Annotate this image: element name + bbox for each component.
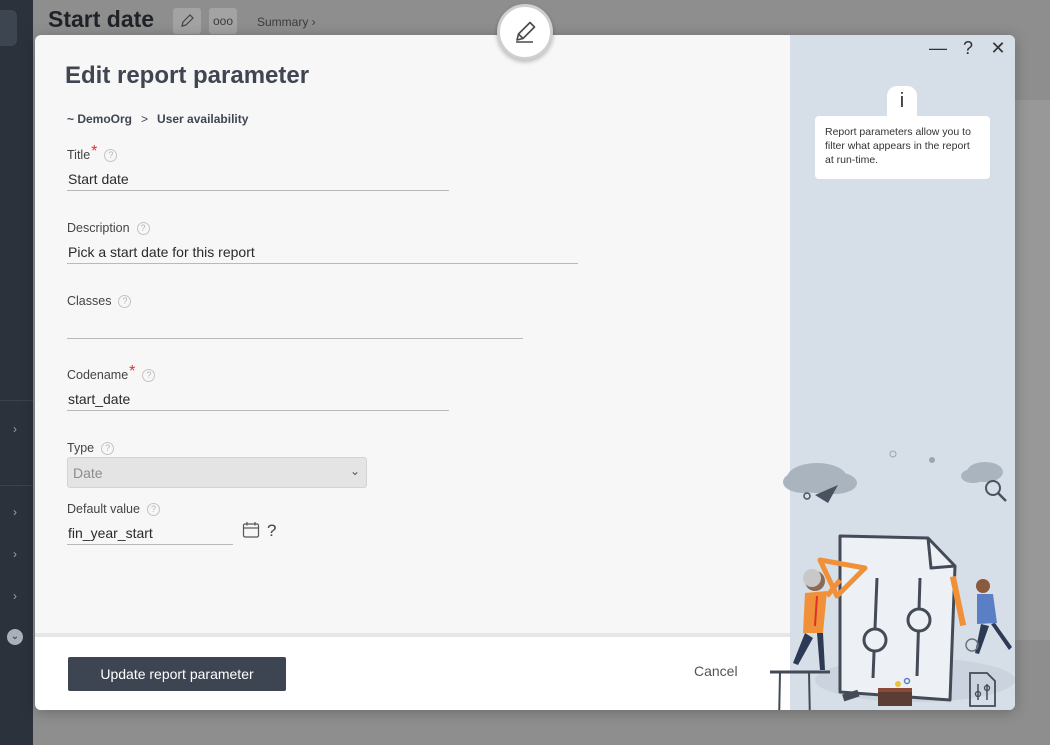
edit-report-parameter-dialog: Edit report parameter ~ DemoOrg > User ava… — [35, 35, 1015, 710]
expand-circle-icon: ⌄ — [7, 629, 23, 645]
codename-field[interactable] — [67, 387, 449, 411]
help-icon[interactable]: ? — [104, 148, 118, 162]
calendar-icon[interactable] — [242, 521, 260, 539]
chevron-down-icon: ⌄ — [349, 464, 360, 478]
background-sidebar: › › › › ⌄ — [0, 0, 33, 745]
help-icon[interactable]: ? — [118, 294, 132, 308]
update-report-parameter-button[interactable]: Update report parameter — [68, 657, 286, 691]
title-field[interactable] — [67, 167, 449, 191]
description-field[interactable] — [67, 240, 578, 264]
title-label-text: Title — [67, 148, 91, 162]
sidebar-divider — [0, 400, 33, 401]
sidebar-tab — [0, 10, 17, 46]
background-more-button: ooo — [209, 8, 237, 34]
window-controls: — ? ✕ — [929, 38, 1007, 59]
default-value-label: Default value? — [67, 502, 160, 516]
classes-label: Classes? — [67, 294, 132, 308]
title-label: Title *? — [67, 143, 118, 164]
dialog-title: Edit report parameter — [65, 62, 310, 89]
codename-label-text: Codename — [67, 368, 129, 382]
help-tip: Report parameters allow you to filter wh… — [815, 116, 990, 179]
cloud-icon — [961, 462, 1003, 483]
sidebar-divider — [0, 485, 33, 486]
default-value-label-text: Default value — [67, 502, 140, 516]
dialog-footer: Update report parameter Cancel — [35, 637, 790, 710]
close-icon[interactable]: ✕ — [989, 38, 1007, 59]
background-edit-button — [173, 8, 201, 34]
cancel-button[interactable]: Cancel — [694, 663, 738, 679]
type-select-value: Date — [73, 465, 103, 481]
chevron-right-icon: › — [13, 422, 17, 436]
classes-label-text: Classes — [67, 294, 112, 308]
magnifier-icon — [985, 480, 1007, 502]
default-value-help-icon[interactable]: ? — [267, 521, 276, 541]
dialog-form-area: Edit report parameter ~ DemoOrg > User ava… — [35, 35, 790, 710]
cloud-icon — [783, 463, 857, 494]
help-icon[interactable]: ? — [146, 502, 160, 516]
codename-label: Codename *? — [67, 363, 156, 384]
pencil-icon — [181, 14, 194, 27]
background-breadcrumb: Summary › — [257, 15, 316, 29]
pencil-icon — [516, 21, 536, 43]
breadcrumb-org-link[interactable]: ~ DemoOrg — [67, 112, 132, 126]
description-label-text: Description — [67, 221, 130, 235]
breadcrumb-page-link[interactable]: User availability — [157, 112, 248, 126]
type-select[interactable]: Date ⌄ — [67, 457, 367, 488]
default-value-field[interactable] — [67, 521, 233, 545]
person-illustration — [949, 575, 1012, 654]
background-panel — [1014, 100, 1050, 640]
report-illustration — [770, 450, 1015, 710]
breadcrumb: ~ DemoOrg > User availability — [67, 112, 248, 126]
document-sliders-icon — [838, 534, 957, 702]
ellipsis-icon: ooo — [212, 14, 234, 28]
description-label: Description? — [67, 221, 150, 235]
type-label: Type? — [67, 441, 115, 455]
help-icon[interactable]: ? — [101, 441, 115, 455]
breadcrumb-separator: > — [141, 112, 149, 126]
help-icon[interactable]: ? — [959, 38, 977, 59]
info-icon: i — [887, 86, 917, 116]
classes-field[interactable] — [67, 315, 523, 339]
required-marker: * — [129, 363, 136, 380]
minimize-icon[interactable]: — — [929, 38, 947, 59]
type-label-text: Type — [67, 441, 95, 455]
edit-badge — [497, 4, 553, 60]
required-marker: * — [91, 143, 98, 160]
background-page-title: Start date — [48, 6, 155, 32]
chevron-right-icon: › — [13, 589, 17, 603]
chevron-right-icon: › — [13, 547, 17, 561]
chevron-right-icon: › — [13, 505, 17, 519]
help-icon[interactable]: ? — [142, 368, 156, 382]
help-icon[interactable]: ? — [136, 221, 150, 235]
help-side-panel: — ? ✕ i Report parameters allow you to f… — [770, 35, 1015, 710]
